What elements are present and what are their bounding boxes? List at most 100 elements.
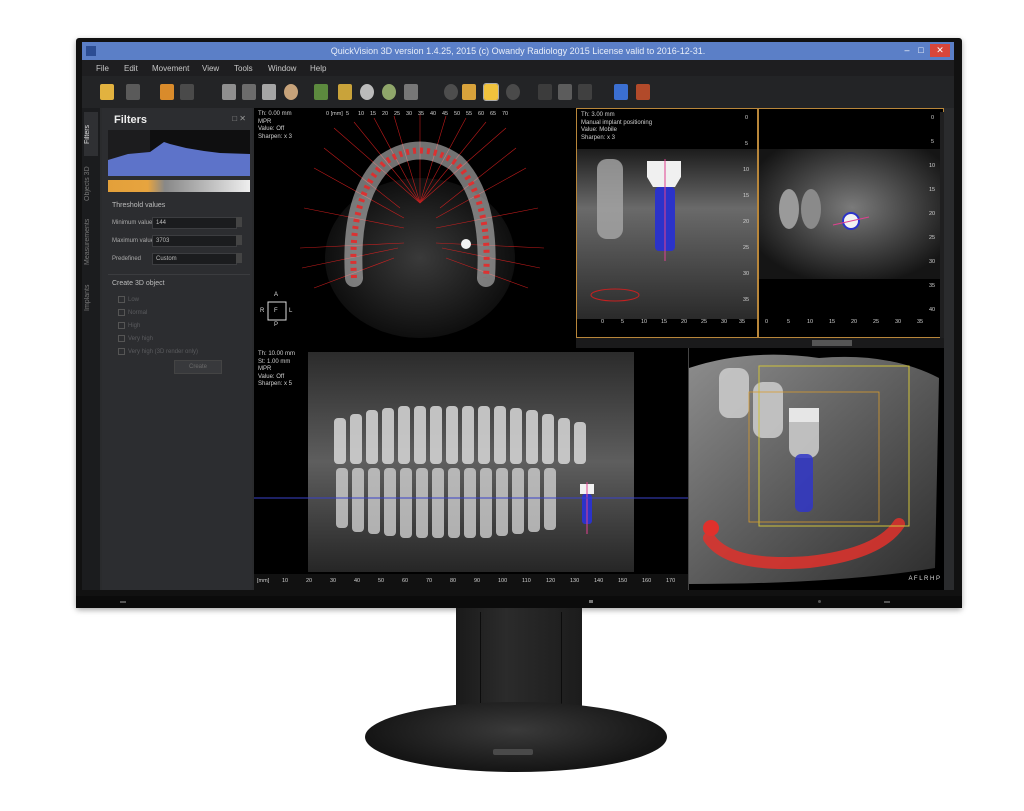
predefined-select[interactable]: Custom bbox=[152, 253, 237, 265]
orientation-anterior: A bbox=[274, 292, 279, 298]
implant-icon[interactable] bbox=[614, 84, 628, 100]
tab-objects-3d[interactable]: Objects 3D bbox=[84, 160, 98, 208]
x-tick: 25 bbox=[873, 319, 880, 325]
menu-window[interactable]: Window bbox=[268, 64, 296, 73]
monitor-stand-base bbox=[365, 702, 667, 772]
tooth-outline-icon[interactable] bbox=[404, 84, 418, 100]
predefined-chevron-down-icon[interactable] bbox=[236, 253, 242, 263]
x-tick: 160 bbox=[642, 578, 652, 584]
scrollbar-thumb[interactable] bbox=[812, 340, 852, 346]
menu-movement[interactable]: Movement bbox=[152, 64, 189, 73]
threshold-gradient-bar[interactable] bbox=[108, 180, 250, 192]
x-tick: 50 bbox=[378, 578, 385, 584]
checkbox-very-high[interactable]: Very high bbox=[118, 335, 153, 342]
panoramic-ruler-unit: [mm] bbox=[257, 578, 270, 584]
x-tick: 90 bbox=[474, 578, 481, 584]
monitor-brand-mark bbox=[589, 600, 593, 603]
checkbox-high[interactable]: High bbox=[118, 322, 140, 329]
panoramic-image bbox=[254, 352, 688, 590]
menu-file[interactable]: File bbox=[96, 64, 109, 73]
x-tick: 130 bbox=[570, 578, 580, 584]
menu-bar: File Edit Movement View Tools Window Hel… bbox=[82, 60, 954, 76]
minimum-value-label: Minimum value bbox=[112, 220, 153, 226]
window-level-icon[interactable] bbox=[558, 84, 572, 100]
checkbox-very-high-render[interactable]: Very high (3D render only) bbox=[118, 348, 198, 355]
y-tick: 25 bbox=[929, 235, 936, 241]
zoom-icon[interactable] bbox=[483, 83, 499, 101]
orientation-cube-icon[interactable]: F bbox=[274, 308, 278, 314]
x-tick: 170 bbox=[666, 578, 676, 584]
jaw-icon[interactable] bbox=[338, 84, 352, 100]
side-tab-bar: Filters Objects 3D Measurements Implants bbox=[82, 108, 100, 590]
close-button[interactable]: ✕ bbox=[930, 44, 950, 57]
rotate-icon[interactable] bbox=[444, 84, 458, 100]
film-export-icon[interactable] bbox=[636, 84, 650, 100]
layout-dual-icon[interactable] bbox=[242, 84, 256, 100]
application-window: QuickVision 3D version 1.4.25, 2015 (c) … bbox=[82, 42, 954, 590]
minimum-value-spinner[interactable] bbox=[236, 217, 242, 227]
implant-cross-view[interactable]: 0 5 10 15 20 25 30 35 0 5 10 15 20 25 30… bbox=[758, 108, 944, 338]
y-tick: 25 bbox=[743, 245, 750, 251]
orientation-right: R bbox=[260, 308, 265, 314]
axial-ruler-unit: 0 [mm] bbox=[326, 111, 343, 117]
x-tick: 5 bbox=[787, 319, 791, 325]
x-tick: 0 bbox=[765, 319, 769, 325]
layout-triple-icon[interactable] bbox=[262, 84, 276, 100]
y-tick: 35 bbox=[743, 297, 750, 303]
panel-dock-close-icon[interactable]: □ ✕ bbox=[232, 114, 246, 123]
cut-plane-icon[interactable] bbox=[578, 84, 592, 100]
eraser-icon[interactable] bbox=[180, 84, 194, 100]
y-tick: 30 bbox=[743, 271, 750, 277]
y-tick: 30 bbox=[929, 259, 936, 265]
layout-single-icon[interactable] bbox=[222, 84, 236, 100]
save-icon[interactable] bbox=[126, 84, 140, 100]
panoramic-view[interactable]: Th: 10.00 mm St: 1.00 mm MPR Value: Off … bbox=[254, 348, 688, 590]
implant-longitudinal-image bbox=[577, 149, 757, 319]
maximize-button[interactable]: □ bbox=[914, 44, 928, 57]
menu-edit[interactable]: Edit bbox=[124, 64, 138, 73]
tooth-green-icon[interactable] bbox=[314, 84, 328, 100]
minimize-button[interactable]: – bbox=[900, 44, 914, 57]
create-button[interactable]: Create bbox=[174, 360, 222, 374]
y-tick: 35 bbox=[929, 283, 936, 289]
maximum-value-spinner[interactable] bbox=[236, 235, 242, 245]
tab-measurements[interactable]: Measurements bbox=[84, 212, 98, 272]
axial-view[interactable]: Th: 0.00 mm MPR Value: Off Sharpen: x 3 … bbox=[254, 108, 576, 348]
render-3d-view[interactable]: A F L R H P bbox=[688, 348, 944, 590]
predefined-label: Predefined bbox=[112, 256, 142, 262]
axial-ruler-tick: 5 bbox=[346, 111, 350, 117]
brush-icon[interactable] bbox=[160, 84, 174, 100]
power-button[interactable] bbox=[818, 600, 821, 603]
axial-overlay-text: Th: 0.00 mm MPR Value: Off Sharpen: x 3 bbox=[258, 111, 293, 140]
skull-icon[interactable] bbox=[284, 84, 298, 100]
menu-help[interactable]: Help bbox=[310, 64, 326, 73]
maximum-value-field[interactable]: 3703 bbox=[152, 235, 237, 247]
open-folder-icon[interactable] bbox=[100, 84, 114, 100]
y-tick: 5 bbox=[745, 141, 749, 147]
create-3d-object-header: Create 3D object bbox=[112, 280, 165, 287]
histogram-chart[interactable] bbox=[108, 130, 250, 176]
sphere-icon[interactable] bbox=[382, 84, 396, 100]
y-tick: 15 bbox=[743, 193, 750, 199]
x-tick: 25 bbox=[701, 319, 708, 325]
threshold-values-header: Threshold values bbox=[112, 202, 166, 209]
menu-view[interactable]: View bbox=[202, 64, 219, 73]
minimum-value-field[interactable]: 144 bbox=[152, 217, 237, 229]
checkbox-low[interactable]: Low bbox=[118, 296, 139, 303]
tab-implants[interactable]: Implants bbox=[84, 276, 98, 320]
checkbox-normal[interactable]: Normal bbox=[118, 309, 147, 316]
x-tick: 120 bbox=[546, 578, 556, 584]
axial-ruler-tick: 50 bbox=[454, 111, 461, 117]
pan-icon[interactable] bbox=[462, 84, 476, 100]
head-3d-icon[interactable] bbox=[360, 84, 374, 100]
monitor-base-logo bbox=[493, 749, 533, 755]
menu-tools[interactable]: Tools bbox=[234, 64, 253, 73]
measure-icon[interactable] bbox=[538, 84, 552, 100]
reset-view-icon[interactable] bbox=[506, 84, 520, 100]
horizontal-scrollbar[interactable] bbox=[576, 338, 944, 348]
tab-filters[interactable]: Filters bbox=[84, 112, 98, 156]
title-bar: QuickVision 3D version 1.4.25, 2015 (c) … bbox=[82, 42, 954, 60]
vertical-scrollbar[interactable] bbox=[940, 112, 944, 338]
implant-longitudinal-view[interactable]: Th: 3.00 mm Manual implant positioning V… bbox=[576, 108, 758, 338]
axial-ruler-tick: 25 bbox=[394, 111, 401, 117]
